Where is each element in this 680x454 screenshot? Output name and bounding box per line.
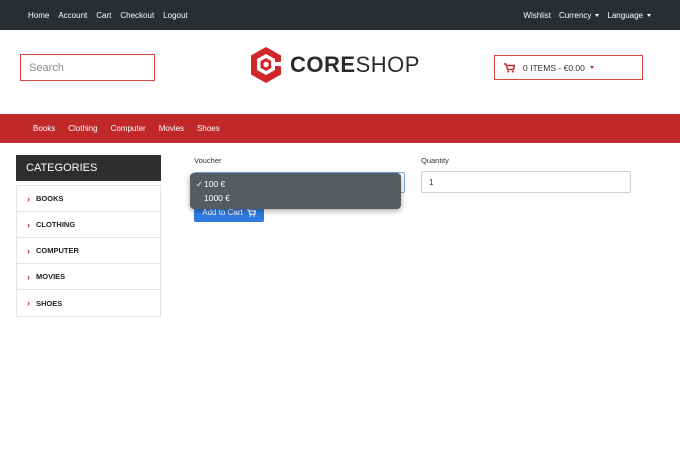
language-dropdown[interactable]: Language [607, 11, 651, 20]
coreshop-logo-icon [251, 47, 281, 83]
quantity-input[interactable]: 1 [421, 171, 631, 193]
voucher-option-100[interactable]: ✓ 100 € [190, 177, 401, 191]
checkout-link[interactable]: Checkout [120, 11, 154, 20]
caret-down-icon [595, 13, 600, 17]
nav-item-movies[interactable]: Movies [159, 124, 184, 133]
nav-item-shoes[interactable]: Shoes [197, 124, 220, 133]
category-item-clothing[interactable]: › CLOTHING [17, 212, 160, 238]
top-right-links: Wishlist Currency Language [523, 0, 651, 30]
logo-core: CORE [290, 52, 356, 77]
category-item-movies[interactable]: › MOVIES [17, 264, 160, 290]
categories-list: › BOOKS › CLOTHING › COMPUTER › MOVIES › SHOE… [16, 185, 161, 317]
top-links: Home Account Cart Checkout Logout [28, 0, 188, 30]
nav-item-books[interactable]: Books [33, 124, 55, 133]
account-link[interactable]: Account [58, 11, 87, 20]
logo-text: CORESHOP [290, 52, 420, 78]
wishlist-link[interactable]: Wishlist [523, 11, 551, 20]
category-label: CLOTHING [36, 220, 76, 229]
quantity-label: Quantity [421, 156, 449, 165]
category-label: BOOKS [36, 194, 64, 203]
chevron-right-icon: › [27, 193, 30, 204]
logout-link[interactable]: Logout [163, 11, 187, 20]
cart-summary: 0 ITEMS - €0.00 [523, 62, 585, 73]
cart-link[interactable]: Cart [96, 11, 111, 20]
category-label: COMPUTER [36, 246, 79, 255]
cart-icon [504, 62, 515, 73]
logo-shop: SHOP [355, 52, 420, 77]
category-label: SHOES [36, 298, 63, 308]
add-to-cart-label: Add to Cart [202, 208, 243, 217]
voucher-dropdown-menu: ✓ 100 € 1000 € [190, 173, 401, 209]
nav-item-clothing[interactable]: Clothing [68, 124, 97, 133]
nav-item-computer[interactable]: Computer [111, 124, 146, 133]
search-placeholder: Search [29, 61, 64, 74]
currency-dropdown[interactable]: Currency [558, 10, 600, 20]
categories-heading: CATEGORIES [16, 155, 161, 181]
main-navigation: Books Clothing Computer Movies Shoes [0, 114, 680, 143]
caret-down-icon [589, 66, 594, 69]
check-icon: ✓ [196, 179, 203, 189]
voucher-option-1000[interactable]: 1000 € [190, 191, 401, 205]
search-input[interactable]: Search [20, 54, 155, 81]
caret-down-icon [647, 13, 651, 17]
site-logo[interactable]: CORESHOP [249, 46, 420, 84]
voucher-option-label: 100 € [204, 179, 226, 189]
quantity-value: 1 [429, 177, 434, 187]
category-item-shoes[interactable]: › SHOES [17, 290, 160, 316]
voucher-label: Voucher [194, 156, 222, 165]
voucher-option-label: 1000 € [204, 193, 230, 203]
category-label: MOVIES [36, 272, 66, 281]
chevron-right-icon: › [27, 219, 30, 230]
categories-title: CATEGORIES [26, 162, 98, 174]
home-link[interactable]: Home [28, 11, 49, 20]
category-item-books[interactable]: › BOOKS [17, 186, 160, 212]
language-label: Language [607, 10, 643, 20]
top-bar: Home Account Cart Checkout Logout Wishli… [0, 0, 680, 30]
category-item-computer[interactable]: › COMPUTER [17, 238, 160, 264]
chevron-right-icon: › [27, 271, 30, 282]
cart-icon [246, 208, 256, 217]
currency-label: Currency [558, 10, 592, 20]
chevron-right-icon: › [27, 245, 30, 256]
mini-cart-button[interactable]: 0 ITEMS - €0.00 [494, 55, 643, 80]
chevron-right-icon: › [27, 298, 30, 308]
